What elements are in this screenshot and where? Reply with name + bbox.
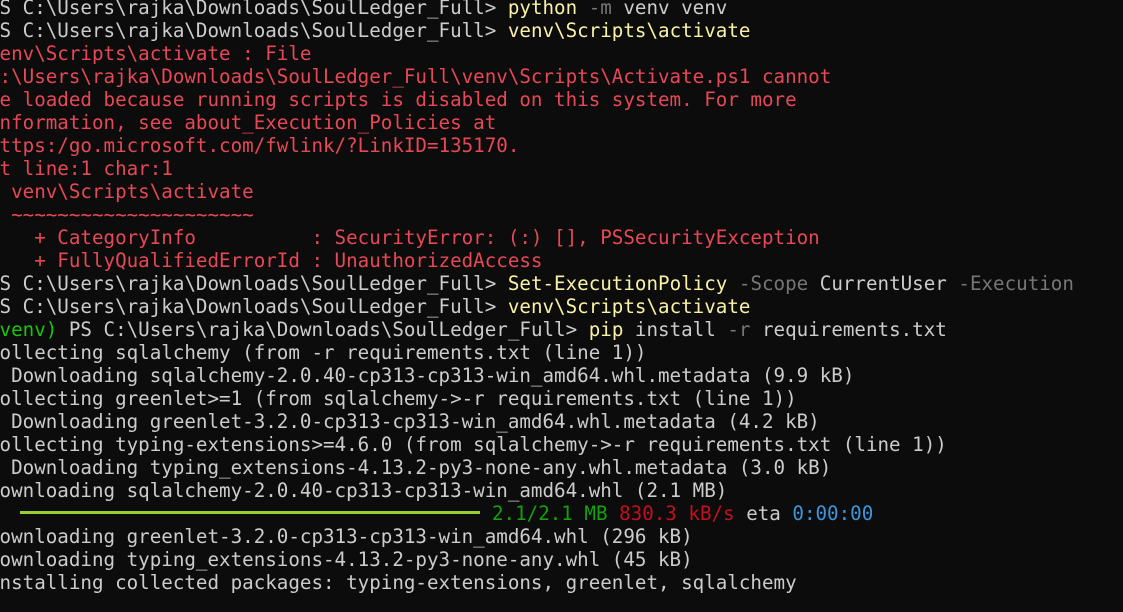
prompt: PS C:\Users\rajka\Downloads\SoulLedger_F… <box>0 295 508 318</box>
output-line: Collecting greenlet>=1 (from sqlalchemy-… <box>0 387 1074 410</box>
error-line: + venv\Scripts\activate <box>0 180 1074 203</box>
output-text: Downloading sqlalchemy-2.0.40-cp313-cp31… <box>0 479 728 502</box>
error-text: information, see about_Execution_Policie… <box>0 111 497 134</box>
command-line: PS C:\Users\rajka\Downloads\SoulLedger_F… <box>0 19 1074 42</box>
progress-bar <box>20 511 480 514</box>
command-name: venv\Scripts\activate <box>507 295 751 318</box>
output-text: Collecting typing-extensions>=4.6.0 (fro… <box>0 433 947 456</box>
error-line: C:\Users\rajka\Downloads\SoulLedger_Full… <box>0 65 1074 88</box>
error-text: At line:1 char:1 <box>0 157 173 180</box>
error-text: + venv\Scripts\activate <box>0 180 254 203</box>
output-text: Collecting greenlet>=1 (from sqlalchemy-… <box>0 387 797 410</box>
error-line: + FullyQualifiedErrorId : UnauthorizedAc… <box>0 249 1074 272</box>
progress-speed: 830.3 kB/s <box>619 502 735 525</box>
error-line: + CategoryInfo : SecurityError: (:) [], … <box>0 226 1074 249</box>
output-line: Collecting sqlalchemy (from -r requireme… <box>0 341 1074 364</box>
output-line: Installing collected packages: typing-ex… <box>0 571 1074 594</box>
terminal-output: PS C:\Users\rajka\Downloads\SoulLedger_F… <box>0 0 1074 594</box>
command-parameter: -m <box>577 0 612 19</box>
command-argument: venv venv <box>611 0 728 19</box>
output-text: Downloading greenlet-3.2.0-cp313-cp313-w… <box>0 525 693 548</box>
venv-prefix: (venv) <box>0 318 58 341</box>
progress-line: 2.1/2.1 MB 830.3 kB/s eta 0:00:00 <box>0 502 1074 525</box>
progress-eta-label: eta <box>746 502 781 525</box>
error-text: C:\Users\rajka\Downloads\SoulLedger_Full… <box>0 65 832 88</box>
output-line: Collecting typing-extensions>=4.6.0 (fro… <box>0 433 1074 456</box>
error-line: https:/go.microsoft.com/fwlink/?LinkID=1… <box>0 134 1074 157</box>
error-text: be loaded because running scripts is dis… <box>0 88 797 111</box>
command-argument: install <box>623 318 716 341</box>
error-text: + FullyQualifiedErrorId : UnauthorizedAc… <box>0 249 543 272</box>
error-line: At line:1 char:1 <box>0 157 1074 180</box>
prompt: PS C:\Users\rajka\Downloads\SoulLedger_F… <box>0 272 508 295</box>
error-line: venv\Scripts\activate : File <box>0 42 1074 65</box>
prompt: PS C:\Users\rajka\Downloads\SoulLedger_F… <box>0 19 508 42</box>
error-text: + ~~~~~~~~~~~~~~~~~~~~~ <box>0 203 254 226</box>
command-name: pip <box>588 318 624 341</box>
command-parameter: -Execution <box>946 272 1074 295</box>
command-parameter: -Scope <box>727 272 809 295</box>
output-line: Downloading typing_extensions-4.13.2-py3… <box>0 548 1074 571</box>
command-name: venv\Scripts\activate <box>507 19 751 42</box>
output-line: Downloading greenlet-3.2.0-cp313-cp313-w… <box>0 525 1074 548</box>
output-text: Downloading typing_extensions-4.13.2-py3… <box>0 548 693 571</box>
output-text: Downloading greenlet-3.2.0-cp313-cp313-w… <box>0 410 820 433</box>
command-line: PS C:\Users\rajka\Downloads\SoulLedger_F… <box>0 295 1074 318</box>
error-line: information, see about_Execution_Policie… <box>0 111 1074 134</box>
output-text: Collecting sqlalchemy (from -r requireme… <box>0 341 647 364</box>
progress-size: 2.1/2.1 MB <box>492 502 608 525</box>
command-parameter: -r <box>715 318 751 341</box>
command-argument: CurrentUser <box>808 272 947 295</box>
output-line: Downloading sqlalchemy-2.0.40-cp313-cp31… <box>0 479 1074 502</box>
progress-eta: 0:00:00 <box>792 502 874 525</box>
output-line: Downloading greenlet-3.2.0-cp313-cp313-w… <box>0 410 1074 433</box>
command-name: Set-ExecutionPolicy <box>507 272 728 295</box>
error-line: + ~~~~~~~~~~~~~~~~~~~~~ <box>0 203 1074 226</box>
command-line: PS C:\Users\rajka\Downloads\SoulLedger_F… <box>0 0 1074 19</box>
output-line: Downloading typing_extensions-4.13.2-py3… <box>0 456 1074 479</box>
prompt: PS C:\Users\rajka\Downloads\SoulLedger_F… <box>0 0 508 19</box>
prompt: PS C:\Users\rajka\Downloads\SoulLedger_F… <box>68 318 589 341</box>
output-text: Downloading typing_extensions-4.13.2-py3… <box>0 456 832 479</box>
output-text: Downloading sqlalchemy-2.0.40-cp313-cp31… <box>0 364 855 387</box>
error-text: venv\Scripts\activate : File <box>0 42 312 65</box>
error-text: https:/go.microsoft.com/fwlink/?LinkID=1… <box>0 134 520 157</box>
command-name: python <box>507 0 578 19</box>
error-line: be loaded because running scripts is dis… <box>0 88 1074 111</box>
output-text: Installing collected packages: typing-ex… <box>0 571 797 594</box>
error-text: + CategoryInfo : SecurityError: (:) [], … <box>0 226 820 249</box>
command-argument: requirements.txt <box>750 318 947 341</box>
output-line: Downloading sqlalchemy-2.0.40-cp313-cp31… <box>0 364 1074 387</box>
terminal-window[interactable]: PS C:\Users\rajka\Downloads\SoulLedger_F… <box>0 0 1123 612</box>
command-line: PS C:\Users\rajka\Downloads\SoulLedger_F… <box>0 272 1074 295</box>
command-line: (venv) PS C:\Users\rajka\Downloads\SoulL… <box>0 318 1074 341</box>
